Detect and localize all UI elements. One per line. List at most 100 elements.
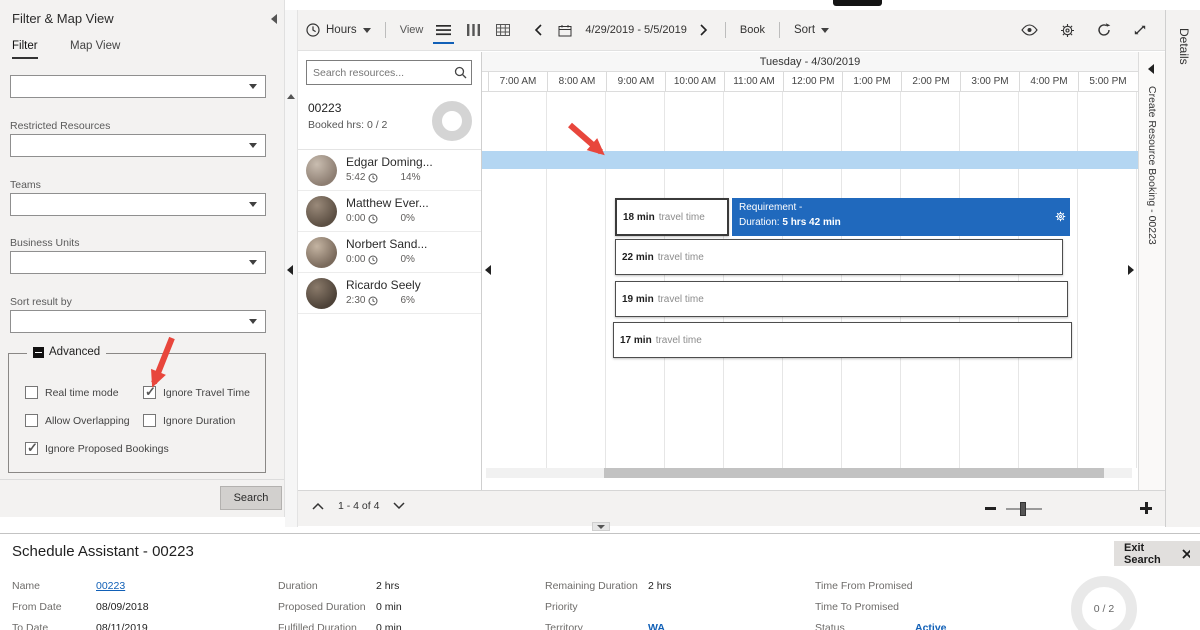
checkbox-icon[interactable] [143, 386, 156, 399]
checkbox-ignore-duration[interactable]: Ignore Duration [143, 414, 235, 427]
checkbox-ignore-travel-time[interactable]: Ignore Travel Time [143, 386, 250, 399]
page-up-button[interactable] [312, 502, 324, 510]
teams-dropdown[interactable] [10, 193, 266, 216]
business-units-dropdown[interactable] [10, 251, 266, 274]
search-button[interactable]: Search [220, 486, 282, 510]
grid-body[interactable]: 18 min travel time Requirement - Duratio… [482, 92, 1138, 468]
checkbox-icon[interactable] [25, 442, 38, 455]
exit-search-button[interactable]: Exit Search [1114, 541, 1200, 566]
tab-filter[interactable]: Filter [12, 40, 38, 59]
book-button[interactable]: Book [740, 24, 765, 36]
advanced-legend[interactable]: Advanced [27, 346, 106, 358]
sort-label: Sort [794, 24, 815, 36]
field-label: Duration [278, 580, 376, 592]
hours-mode-button[interactable]: Hours [306, 23, 371, 37]
sort-button[interactable]: Sort [794, 24, 829, 36]
scroll-up-icon[interactable] [287, 94, 295, 99]
filter-panel-title: Filter & Map View [12, 11, 114, 26]
scroll-right-icon[interactable] [1128, 265, 1134, 275]
expand-icon [1133, 23, 1147, 37]
travel-time-block-18[interactable]: 18 min travel time [615, 198, 729, 236]
travel-time-block-17[interactable]: 17 min travel time [613, 322, 1072, 358]
zoom-in-button[interactable] [1140, 502, 1152, 514]
zoom-slider-thumb[interactable] [1020, 502, 1026, 516]
list-view-icon [436, 24, 451, 36]
utilization-percent: 14% [400, 172, 420, 183]
checkbox-icon[interactable] [143, 414, 156, 427]
field-column-4: Time From Promised Time To Promised Stat… [815, 575, 947, 630]
requirement-booking-block[interactable]: Requirement - Duration: 5 hrs 42 min [732, 198, 1070, 236]
search-icon[interactable] [454, 66, 473, 79]
scroll-left-icon[interactable] [485, 265, 491, 275]
avatar [306, 278, 337, 309]
checkbox-label: Allow Overlapping [45, 415, 130, 427]
refresh-button[interactable] [1097, 23, 1111, 37]
checkbox-ignore-proposed-bookings[interactable]: Ignore Proposed Bookings [25, 442, 169, 455]
details-tab[interactable]: Details [1165, 10, 1200, 527]
panel-title: Schedule Assistant - 00223 [12, 543, 194, 560]
chevron-down-icon [249, 260, 257, 265]
travel-time-block-22[interactable]: 22 min travel time [615, 239, 1063, 275]
resource-row-matthew[interactable]: Matthew Ever... 0:00 0% [298, 191, 481, 232]
availability-bar[interactable] [482, 151, 1138, 169]
resource-name: Ricardo Seely [346, 278, 421, 292]
bottom-panel-expand-handle[interactable] [592, 522, 610, 531]
field-value-link[interactable]: WA [648, 622, 665, 630]
checkbox-icon[interactable] [25, 414, 38, 427]
resource-name: Norbert Sand... [346, 237, 427, 251]
create-resource-booking-tab[interactable]: Create Resource Booking - 00223 [1138, 52, 1165, 490]
checkbox-icon[interactable] [25, 386, 38, 399]
tab-map-view[interactable]: Map View [70, 40, 120, 57]
view-grid-button[interactable] [493, 20, 513, 40]
resource-row-edgar[interactable]: Edgar Doming... 5:42 14% [298, 150, 481, 191]
collapse-left-icon[interactable] [287, 265, 293, 275]
field-value-link[interactable]: Active [915, 622, 947, 630]
checkbox-real-time-mode[interactable]: Real time mode [25, 386, 119, 399]
settings-button[interactable] [1060, 23, 1075, 38]
time-cell: 5:00 PM [1078, 72, 1137, 91]
resource-row-norbert[interactable]: Norbert Sand... 0:00 0% [298, 232, 481, 273]
page-down-button[interactable] [393, 502, 405, 510]
requirement-group-row[interactable]: 00223 Booked hrs: 0 / 2 [298, 92, 481, 150]
resource-search-box[interactable] [306, 60, 472, 85]
calendar-picker-button[interactable] [555, 20, 575, 41]
advanced-title: Advanced [49, 346, 100, 358]
avatar [306, 196, 337, 227]
sort-result-by-dropdown[interactable] [10, 310, 266, 333]
booked-time: 5:42 [346, 172, 365, 183]
date-range: 4/29/2019 - 5/5/2019 [585, 24, 687, 36]
panel-collapse-icon[interactable] [271, 14, 277, 24]
horizontal-scrollbar[interactable] [486, 468, 1132, 478]
time-cell: 1:00 PM [842, 72, 901, 91]
view-label: View [400, 24, 424, 36]
travel-time-block-19[interactable]: 19 min travel time [615, 281, 1068, 317]
field-row: Time From Promised [815, 575, 947, 596]
visibility-button[interactable] [1021, 24, 1038, 36]
chevron-down-icon [249, 202, 257, 207]
chevron-down-icon [821, 28, 829, 33]
restricted-resources-dropdown[interactable] [10, 134, 266, 157]
resource-row-ricardo[interactable]: Ricardo Seely 2:30 6% [298, 273, 481, 314]
field-value-link[interactable]: 00223 [96, 580, 125, 592]
time-cell: 4:00 PM [1019, 72, 1078, 91]
next-period-button[interactable] [697, 20, 711, 40]
view-columns-button[interactable] [464, 20, 483, 40]
view-list-button[interactable] [433, 20, 454, 40]
previous-period-button[interactable] [531, 20, 545, 40]
gear-icon[interactable] [1055, 211, 1066, 222]
fullscreen-button[interactable] [1133, 23, 1147, 37]
filter-dropdown-1[interactable] [10, 75, 266, 98]
checkbox-allow-overlapping[interactable]: Allow Overlapping [25, 414, 130, 427]
search-input[interactable] [307, 67, 454, 79]
zoom-out-button[interactable] [985, 507, 996, 510]
field-row: Status Active [815, 617, 947, 630]
utilization-percent: 6% [400, 295, 414, 306]
donut-label: 0 / 2 [1094, 603, 1114, 615]
separator [725, 22, 726, 38]
scrollbar-thumb[interactable] [604, 468, 1104, 478]
resource-list: 00223 Booked hrs: 0 / 2 Edgar Doming... … [298, 52, 482, 490]
zoom-slider[interactable] [1006, 508, 1042, 510]
collapse-left-icon[interactable] [1148, 64, 1154, 74]
filter-panel-scrollbar[interactable] [285, 10, 298, 527]
avatar [306, 237, 337, 268]
